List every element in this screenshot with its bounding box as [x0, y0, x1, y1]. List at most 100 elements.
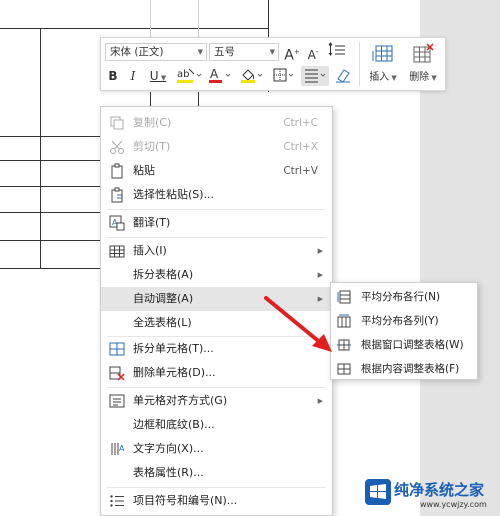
italic-button[interactable]: I [125, 66, 141, 86]
chevron-right-icon: ▶ [317, 397, 323, 405]
fill-color-button[interactable] [239, 66, 267, 86]
bullets-icon [110, 495, 124, 507]
grow-font-icon: A [284, 47, 294, 64]
alignment-button[interactable] [301, 66, 329, 86]
menu-item-bullets-numbering[interactable]: 项目符号和编号(N)... [101, 489, 332, 513]
italic-icon: I [130, 69, 136, 83]
shrink-font-button[interactable]: A- [305, 42, 321, 62]
menu-item-label: 文字方向(X)... [133, 442, 204, 455]
font-color-icon: A [209, 67, 231, 83]
eraser-button[interactable] [333, 66, 353, 86]
font-size-select[interactable]: 五号 ▼ [209, 43, 279, 61]
menu-item-cut[interactable]: 剪切(T) Ctrl+X [101, 135, 332, 159]
underline-icon: U [149, 69, 159, 83]
windows-logo-icon [365, 479, 391, 505]
insert-label: 插入 [369, 72, 390, 83]
delete-label: 删除 [409, 72, 430, 83]
menu-item-borders-shading[interactable]: 边框和底纹(B)... [101, 413, 332, 437]
table-border [40, 28, 41, 268]
line-spacing-button[interactable] [325, 42, 349, 62]
menu-item-table-properties[interactable]: 表格属性(R)... [101, 461, 332, 485]
scissors-icon [110, 140, 124, 154]
shrink-font-icon: A [307, 48, 316, 62]
highlight-text-button[interactable]: ab [175, 66, 205, 86]
menu-item-label: 插入(I) [133, 244, 167, 257]
chevron-right-icon: ▶ [317, 247, 323, 255]
menu-divider [107, 209, 326, 210]
paste-icon [111, 163, 123, 179]
menu-item-shortcut: Ctrl+X [283, 141, 318, 153]
menu-item-label: 复制(C) [133, 116, 172, 129]
table-border [150, 92, 151, 106]
menu-item-label: 拆分单元格(T)... [133, 342, 214, 355]
font-size-value: 五号 [214, 46, 235, 58]
watermark-logo: 纯净系统之家 www.ycwjzy.com [362, 476, 498, 514]
menu-item-label: 单元格对齐方式(G) [133, 394, 228, 407]
chevron-down-icon: ▼ [269, 48, 275, 56]
text-highlight-icon: ab [177, 68, 202, 83]
menu-divider [107, 387, 326, 388]
menu-item-delete-cells[interactable]: 删除单元格(D)... [101, 361, 332, 385]
split-cell-icon [109, 342, 125, 356]
table-border [0, 136, 100, 137]
insert-table-button[interactable]: 插入 ▼ [365, 40, 401, 88]
table-insert-icon [372, 45, 393, 62]
bold-icon: B [108, 69, 118, 83]
toolbar-divider [359, 42, 360, 86]
paint-bucket-icon [241, 69, 263, 83]
submenu-item-distribute-columns[interactable]: 平均分布各列(Y) [331, 309, 477, 333]
submenu-item-label: 根据窗口调整表格(W) [361, 339, 464, 351]
chevron-down-icon: ▼ [429, 74, 437, 82]
submenu-item-label: 平均分布各行(N) [361, 291, 441, 303]
menu-item-shortcut: Ctrl+V [283, 165, 318, 177]
font-color-button[interactable]: A [207, 66, 235, 86]
align-lines-icon [305, 69, 326, 83]
watermark-title: 纯净系统之家 [394, 481, 485, 499]
menu-item-paste[interactable]: 粘贴 Ctrl+V [101, 159, 332, 183]
submenu-item-label: 根据内容调整表格(F) [361, 363, 460, 375]
font-name-select[interactable]: 宋体 (正文) ▼ [105, 43, 207, 61]
menu-divider [107, 487, 326, 488]
font-name-value: 宋体 (正文) [110, 46, 164, 58]
insert-table-icon [109, 245, 125, 258]
menu-divider [107, 237, 326, 238]
bold-button[interactable]: B [105, 66, 121, 86]
grow-font-button[interactable]: A+ [283, 42, 301, 64]
menu-item-label: 剪切(T) [133, 140, 171, 153]
table-border [0, 240, 100, 241]
table-border [198, 92, 199, 106]
table-border [0, 268, 100, 269]
borders-button[interactable] [271, 66, 297, 86]
watermark-url: www.ycwjzy.com [420, 500, 487, 509]
delete-table-button[interactable]: 删除 ▼ [405, 40, 441, 88]
submenu-item-label: 平均分布各列(Y) [361, 315, 439, 327]
delete-cell-icon [109, 366, 125, 381]
underline-button[interactable]: U ▼ [145, 66, 171, 86]
mini-toolbar: 宋体 (正文) ▼ 五号 ▼ A+ A- 插入 ▼ 删除 ▼ B I U ▼ a… [100, 37, 446, 91]
eraser-icon [336, 69, 350, 83]
menu-item-label: 选择性粘贴(S)... [133, 188, 215, 201]
menu-item-cell-alignment[interactable]: 单元格对齐方式(G) ▶ [101, 389, 332, 413]
border-grid-icon [273, 68, 294, 82]
cell-align-icon [109, 394, 125, 408]
menu-item-paste-special[interactable]: 选择性粘贴(S)... [101, 183, 332, 207]
table-border [0, 186, 100, 187]
menu-item-translate[interactable]: A 翻译(T) [101, 211, 332, 235]
menu-item-split-table[interactable]: 拆分表格(A) ▶ [101, 263, 332, 287]
red-arrow-annotation [264, 296, 332, 352]
fit-content-icon [337, 363, 351, 375]
chevron-down-icon: ▼ [158, 74, 167, 82]
menu-item-label: 拆分表格(A) [133, 268, 194, 281]
menu-item-copy[interactable]: 复制(C) Ctrl+C [101, 111, 332, 135]
svg-text:A: A [119, 444, 125, 453]
menu-item-insert[interactable]: 插入(I) ▶ [101, 239, 332, 263]
table-border [0, 212, 100, 213]
menu-item-label: 全选表格(L) [133, 316, 192, 329]
submenu-item-fit-content[interactable]: 根据内容调整表格(F) [331, 357, 477, 381]
chevron-right-icon: ▶ [317, 271, 323, 279]
copy-icon [110, 116, 124, 130]
table-delete-icon [413, 43, 434, 63]
menu-item-text-direction[interactable]: A 文字方向(X)... [101, 437, 332, 461]
submenu-item-distribute-rows[interactable]: 平均分布各行(N) [331, 285, 477, 309]
submenu-item-fit-window[interactable]: 根据窗口调整表格(W) [331, 333, 477, 357]
